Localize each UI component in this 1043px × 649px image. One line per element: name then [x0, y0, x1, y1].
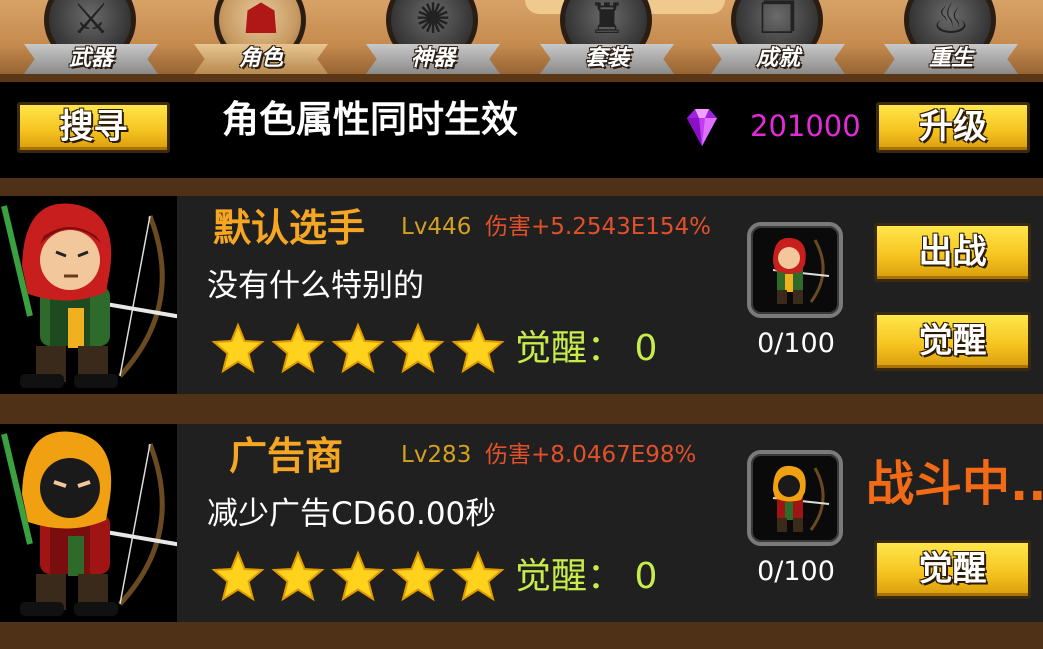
header-title: 角色属性同时生效: [222, 98, 518, 141]
gem-count: 201000: [750, 109, 861, 143]
archer-thumbnail-icon: [772, 465, 830, 532]
character-description: 减少广告CD60.00秒: [207, 496, 497, 532]
awaken-count: 觉醒： 0: [515, 556, 658, 597]
star-rating: [211, 322, 505, 376]
character-damage: 伤害+5.2543E154%: [485, 214, 712, 240]
star-icon: [391, 550, 445, 602]
tab-bar: ⚔ 武器 ☗ 角色 ✺ 神器 ♜ 套装 ❐ 成就 ♨ 重生: [0, 0, 1043, 82]
divider: [0, 622, 1043, 649]
archer-icon: ☗: [242, 0, 280, 43]
tab-label: 武器: [68, 46, 113, 71]
star-icon: [271, 322, 325, 374]
character-damage: 伤害+8.0467E98%: [485, 442, 697, 468]
awaken-progress: 0/100: [757, 556, 835, 587]
star-icon: [271, 550, 325, 602]
search-button[interactable]: 搜寻: [17, 102, 170, 153]
sword-icon: ⚔: [72, 0, 110, 43]
gem-icon: [687, 109, 717, 146]
archer-portrait-icon: [1, 431, 177, 616]
character-row: 广告商 Lv283 伤害+8.0467E98% 减少广告CD60.00秒 觉醒：…: [0, 424, 1043, 622]
tab-label: 神器: [410, 46, 455, 71]
book-icon: ❐: [759, 0, 797, 43]
tab-characters[interactable]: ☗ 角色: [186, 0, 336, 82]
awaken-button[interactable]: 觉醒: [874, 312, 1031, 371]
tab-bar-base: [0, 74, 1043, 82]
character-name: 广告商: [229, 434, 344, 478]
upgrade-button[interactable]: 升级: [876, 102, 1030, 153]
tab-label: 角色: [238, 46, 283, 71]
awaken-progress: 0/100: [757, 328, 835, 359]
character-thumbnail[interactable]: [747, 222, 843, 318]
star-icon: [451, 550, 505, 602]
star-icon: [211, 550, 265, 602]
helmet-icon: ♜: [588, 0, 626, 43]
character-info-panel: 默认选手 Lv446 伤害+5.2543E154% 没有什么特别的 觉醒： 0: [177, 196, 726, 394]
divider: [0, 178, 1043, 196]
star-icon: [391, 322, 445, 374]
character-info-panel: 广告商 Lv283 伤害+8.0467E98% 减少广告CD60.00秒 觉醒：…: [177, 424, 726, 622]
awaken-button[interactable]: 觉醒: [874, 540, 1031, 599]
character-name: 默认选手: [213, 206, 366, 250]
star-icon: [331, 550, 385, 602]
star-icon: [331, 322, 385, 374]
tab-achievements[interactable]: ❐ 成就: [703, 0, 853, 82]
header-row: 搜寻 角色属性同时生效 201000 升级: [0, 82, 1043, 178]
tab-label: 成就: [755, 46, 800, 71]
character-level: Lv446: [401, 214, 472, 240]
character-actions-panel: 0/100 战斗中... 觉醒: [726, 424, 1043, 622]
awaken-count: 觉醒： 0: [515, 328, 658, 369]
star-icon: [211, 322, 265, 374]
star-icon: [451, 322, 505, 374]
character-portrait: [0, 424, 177, 622]
tab-label: 重生: [928, 46, 973, 71]
tab-weapons[interactable]: ⚔ 武器: [16, 0, 166, 82]
fire-icon: ♨: [932, 0, 970, 43]
character-row: 默认选手 Lv446 伤害+5.2543E154% 没有什么特别的 觉醒： 0: [0, 196, 1043, 394]
character-description: 没有什么特别的: [207, 268, 424, 304]
tab-rebirth[interactable]: ♨ 重生: [876, 0, 1026, 82]
star-rating: [211, 550, 505, 604]
tab-artifacts[interactable]: ✺ 神器: [358, 0, 508, 82]
archer-thumbnail-icon: [772, 237, 830, 304]
in-battle-status: 战斗中...: [866, 456, 1043, 512]
tab-sets[interactable]: ♜ 套装: [532, 0, 682, 82]
character-level: Lv283: [401, 442, 472, 468]
divider: [0, 394, 1043, 424]
artifact-icon: ✺: [415, 0, 451, 43]
tab-label: 套装: [584, 46, 629, 71]
deploy-button[interactable]: 出战: [874, 223, 1031, 282]
character-actions-panel: 0/100 出战 觉醒: [726, 196, 1043, 394]
character-thumbnail[interactable]: [747, 450, 843, 546]
archer-portrait-icon: [1, 203, 177, 388]
character-portrait: [0, 196, 177, 394]
